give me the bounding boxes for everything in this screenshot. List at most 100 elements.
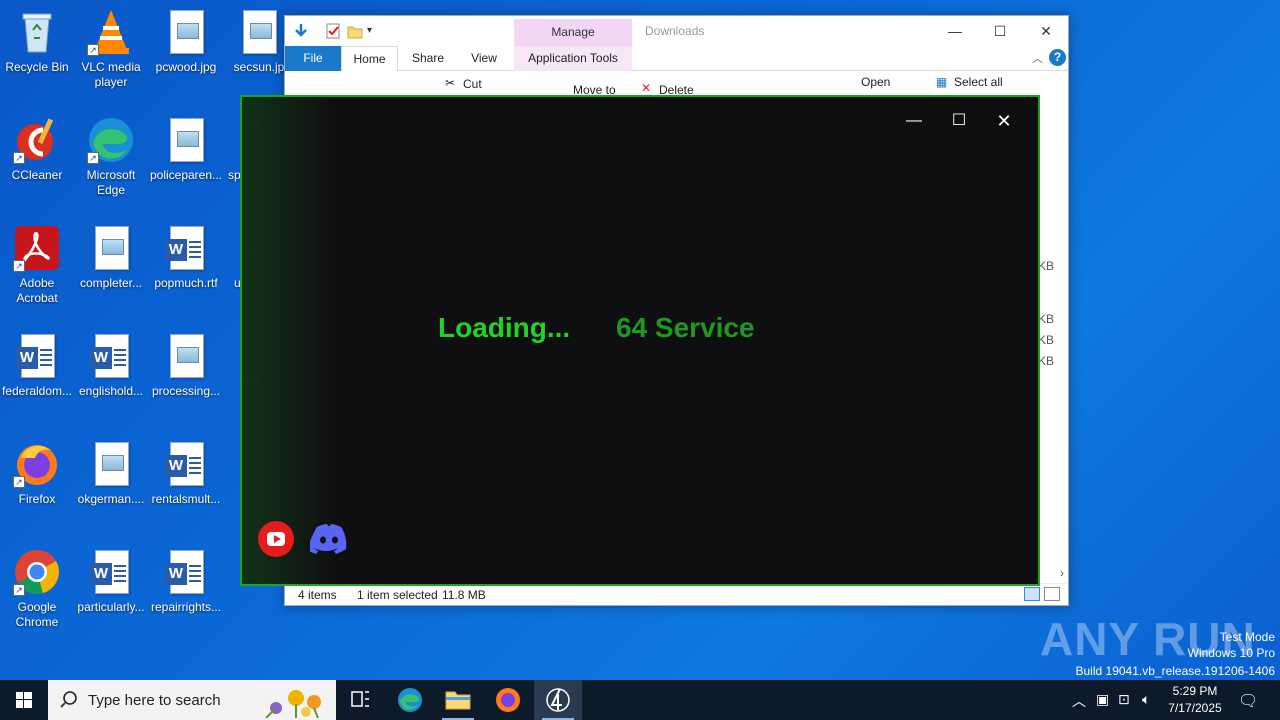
search-icon [60, 690, 78, 711]
desktop-icon-vlc[interactable]: ↗ VLC media player [74, 8, 148, 90]
close-icon[interactable]: ✕ [1023, 16, 1069, 46]
file-size: KB [1037, 333, 1054, 347]
desktop-icon-label: CCleaner [11, 168, 63, 182]
task-view-button[interactable] [336, 680, 384, 720]
show-hidden-icons-chevron[interactable]: ︿ [1072, 691, 1086, 711]
scroll-right-icon[interactable]: › [1060, 566, 1064, 580]
desktop-icon-popmuch[interactable]: W popmuch.rtf [149, 224, 223, 291]
clock-date: 7/17/2025 [1168, 701, 1222, 715]
image-file-icon [235, 8, 283, 56]
taskbar-loader-app-icon[interactable] [534, 680, 582, 720]
battery-icon[interactable]: ▣ [1096, 691, 1109, 708]
taskbar: Type here to search ︿ ▣ ⊡ 🔈︎ 5:29 PM 7/1… [0, 680, 1280, 720]
desktop-icon-processing[interactable]: processing... [149, 332, 223, 399]
desktop-icon-label: rentalsmult... [151, 492, 221, 506]
edge-icon: ↗ [87, 116, 135, 164]
image-file-icon [162, 116, 210, 164]
selection-status: 1 item selected [357, 588, 438, 602]
word-document-icon: W [162, 224, 210, 272]
desktop-icon-repairrights[interactable]: W repairrights... [149, 548, 223, 615]
new-folder-icon[interactable] [347, 23, 363, 39]
desktop-icon-label: Recycle Bin [5, 60, 69, 74]
file-size: KB [1037, 354, 1054, 368]
desktop-icon-adobe-acrobat[interactable]: ↗ Adobe Acrobat [0, 224, 74, 306]
desktop-icon-label: pcwood.jpg [155, 60, 217, 74]
start-button[interactable] [0, 680, 48, 720]
desktop-icon-englishold[interactable]: W englishold... [74, 332, 148, 399]
open-button[interactable]: Open [861, 75, 890, 89]
tab-share[interactable]: Share [403, 46, 453, 71]
desktop-icon-completer[interactable]: completer... [74, 224, 148, 291]
desktop-icon-label: popmuch.rtf [154, 276, 218, 290]
desktop-icon-label: completer... [79, 276, 143, 290]
help-icon[interactable]: ? [1049, 49, 1066, 66]
taskbar-search-box[interactable]: Type here to search [48, 680, 336, 720]
tab-file[interactable]: File [285, 46, 341, 71]
image-file-icon [162, 8, 210, 56]
tab-application-tools[interactable]: Application Tools [514, 46, 632, 71]
image-file-icon [162, 332, 210, 380]
cut-button[interactable]: Cut [463, 77, 482, 91]
taskbar-edge-icon[interactable] [386, 680, 434, 720]
firefox-icon: ↗ [13, 440, 61, 488]
discord-icon[interactable] [306, 523, 348, 555]
desktop-icon-policeparen[interactable]: policeparen... [149, 116, 223, 183]
desktop-icon-label: federaldom... [1, 384, 73, 398]
delete-x-icon: ✕ [641, 81, 652, 95]
loader-window[interactable]: — ☐ ✕ Loading... 64 Service [240, 95, 1040, 586]
tab-home[interactable]: Home [341, 46, 398, 72]
image-file-icon [87, 224, 135, 272]
desktop-icon-label: VLC media player [81, 60, 141, 89]
desktop-icon-google-chrome[interactable]: ↗ Google Chrome [0, 548, 74, 630]
notification-center-icon[interactable]: 🗨︎ [1238, 691, 1258, 711]
customize-toolbar-icon[interactable]: ▾ [367, 23, 383, 39]
select-all-button[interactable]: Select all [954, 75, 1003, 89]
properties-icon[interactable] [325, 23, 341, 39]
desktop-icon-microsoft-edge[interactable]: ↗ Microsoft Edge [74, 116, 148, 198]
system-clock[interactable]: 5:29 PM 7/17/2025 [1160, 683, 1230, 717]
search-highlight-flowers-icon [256, 682, 334, 720]
youtube-icon[interactable] [258, 521, 294, 557]
desktop-icon-particularly[interactable]: W particularly... [74, 548, 148, 615]
desktop-icon-label: repairrights... [150, 600, 222, 614]
ribbon-tabs: File Home Share View Application Tools ︿… [285, 46, 1068, 72]
maximize-icon[interactable]: ☐ [977, 16, 1023, 46]
desktop-icon-pcwood[interactable]: pcwood.jpg [149, 8, 223, 75]
explorer-titlebar[interactable]: ▾ Manage Downloads — ☐ ✕ [285, 16, 1068, 46]
desktop-icon-recycle-bin[interactable]: Recycle Bin [0, 8, 74, 75]
word-document-icon: W [87, 332, 135, 380]
service-title: 64 Service [616, 312, 755, 343]
desktop-icon-label: processing... [151, 384, 221, 398]
desktop-icon-federaldom[interactable]: W federaldom... [0, 332, 74, 399]
desktop-icon-rentalsmult[interactable]: W rentalsmult... [149, 440, 223, 507]
download-arrow-icon [293, 23, 309, 39]
vlc-icon: ↗ [87, 8, 135, 56]
acrobat-icon: ↗ [13, 224, 61, 272]
minimize-icon[interactable]: — [894, 109, 934, 133]
file-size: KB [1037, 312, 1054, 326]
select-all-icon: ▦ [936, 75, 948, 89]
build-label: Build 19041.vb_release.191206-1406 [1075, 664, 1276, 678]
network-icon[interactable]: ⊡ [1118, 691, 1130, 708]
minimize-icon[interactable]: — [932, 16, 978, 46]
tab-view[interactable]: View [459, 46, 509, 71]
volume-icon[interactable]: 🔈︎ [1142, 691, 1150, 708]
image-file-icon [87, 440, 135, 488]
collapse-ribbon-icon[interactable]: ︿ [1032, 50, 1043, 66]
desktop-icon-label: Microsoft Edge [86, 168, 136, 197]
desktop-icon-label: okgerman.... [77, 492, 145, 506]
desktop-icon-okgerman[interactable]: okgerman.... [74, 440, 148, 507]
tab-manage[interactable]: Manage [514, 19, 632, 46]
desktop-icon-label: Google Chrome [15, 600, 59, 629]
taskbar-file-explorer-icon[interactable] [434, 680, 482, 720]
desktop-icon-firefox[interactable]: ↗ Firefox [0, 440, 74, 507]
maximize-icon[interactable]: ☐ [939, 109, 979, 133]
taskbar-firefox-icon[interactable] [484, 680, 532, 720]
chrome-icon: ↗ [13, 548, 61, 596]
large-icons-view-icon[interactable] [1044, 587, 1060, 601]
close-icon[interactable]: ✕ [984, 109, 1024, 133]
window-title: Downloads [645, 24, 705, 38]
details-view-icon[interactable] [1024, 587, 1040, 601]
desktop-icon-ccleaner[interactable]: ↗ CCleaner [0, 116, 74, 183]
word-document-icon: W [162, 440, 210, 488]
